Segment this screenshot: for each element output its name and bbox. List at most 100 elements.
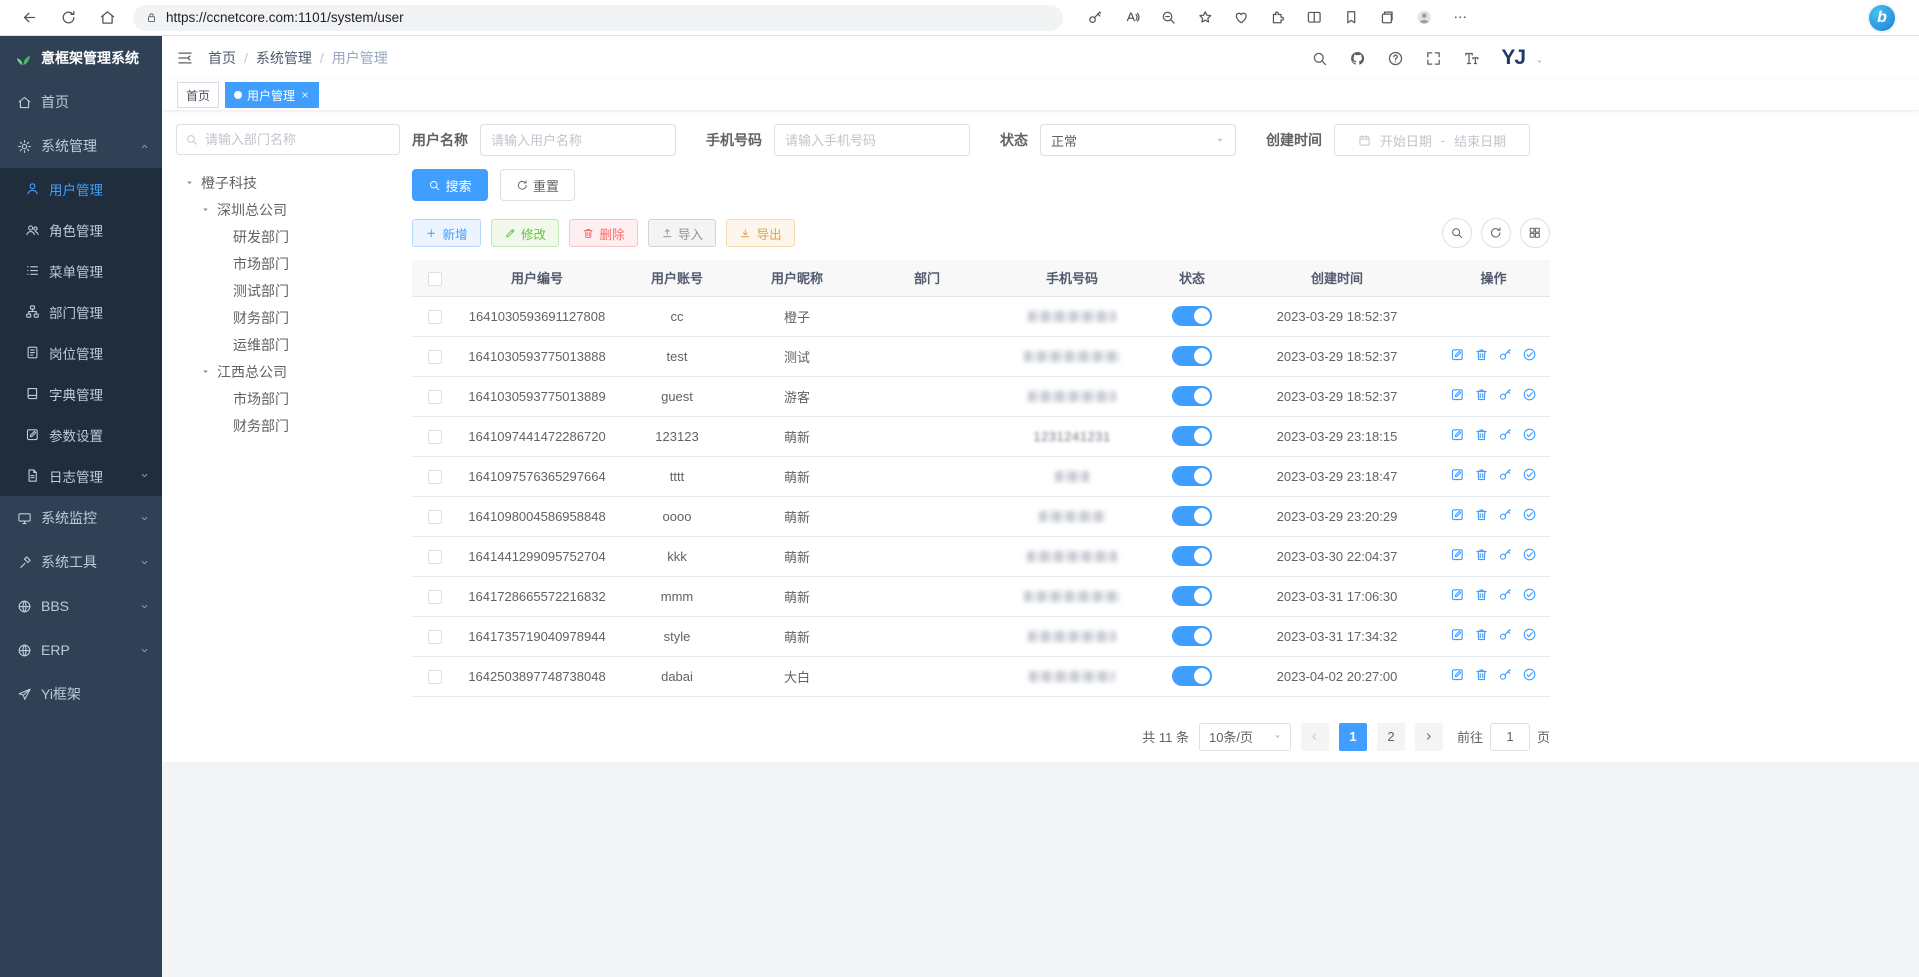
reset-password-button[interactable] — [1498, 547, 1513, 562]
sidebar-item-role-management[interactable]: 角色管理 — [0, 209, 162, 250]
row-checkbox[interactable] — [428, 510, 442, 524]
reset-password-button[interactable] — [1498, 387, 1513, 402]
status-toggle[interactable] — [1172, 386, 1212, 406]
font-size-icon[interactable] — [1463, 50, 1480, 67]
profile-avatar-icon[interactable] — [1406, 9, 1443, 26]
status-toggle[interactable] — [1172, 626, 1212, 646]
select-all-checkbox[interactable] — [428, 272, 442, 286]
row-checkbox[interactable] — [428, 430, 442, 444]
date-range-picker[interactable]: 开始日期 - 结束日期 — [1334, 124, 1530, 156]
row-checkbox[interactable] — [428, 590, 442, 604]
tree-node[interactable]: 橙子科技 — [176, 169, 400, 196]
password-key-icon[interactable] — [1077, 9, 1114, 26]
tree-node[interactable]: 江西总公司 — [176, 358, 400, 385]
delete-user-button[interactable] — [1474, 347, 1489, 362]
sidebar-item-bbs[interactable]: BBS — [0, 584, 162, 628]
edit-user-button[interactable] — [1450, 667, 1465, 682]
status-toggle[interactable] — [1172, 306, 1212, 326]
avatar-caret-down-icon[interactable] — [1534, 56, 1545, 70]
prev-page-button[interactable] — [1301, 723, 1329, 751]
row-checkbox[interactable] — [428, 470, 442, 484]
delete-user-button[interactable] — [1474, 627, 1489, 642]
row-checkbox[interactable] — [428, 310, 442, 324]
status-toggle[interactable] — [1172, 346, 1212, 366]
import-button[interactable]: 导入 — [648, 219, 717, 247]
column-settings-button[interactable] — [1520, 218, 1550, 248]
assign-role-button[interactable] — [1522, 427, 1537, 442]
edit-user-button[interactable] — [1450, 587, 1465, 602]
edit-user-button[interactable] — [1450, 507, 1465, 522]
edit-user-button[interactable] — [1450, 347, 1465, 362]
status-toggle[interactable] — [1172, 506, 1212, 526]
sidebar-item-erp[interactable]: ERP — [0, 628, 162, 672]
reset-password-button[interactable] — [1498, 587, 1513, 602]
next-page-button[interactable] — [1415, 723, 1443, 751]
tag-close-icon[interactable] — [300, 90, 310, 100]
favorites-star-icon[interactable] — [1187, 9, 1224, 26]
sidebar-item-system-management[interactable]: 系统管理 — [0, 124, 162, 168]
refresh-table-button[interactable] — [1481, 218, 1511, 248]
browser-menu-ellipsis-icon[interactable] — [1442, 9, 1479, 26]
status-toggle[interactable] — [1172, 666, 1212, 686]
tag-user-management[interactable]: 用户管理 — [225, 82, 319, 108]
search-button[interactable]: 搜索 — [412, 169, 488, 201]
sidebar-item-log-management[interactable]: 日志管理 — [0, 455, 162, 496]
assign-role-button[interactable] — [1522, 467, 1537, 482]
assign-role-button[interactable] — [1522, 667, 1537, 682]
page-button-2[interactable]: 2 — [1377, 723, 1405, 751]
reset-password-button[interactable] — [1498, 507, 1513, 522]
tree-node[interactable]: 财务部门 — [176, 412, 400, 439]
delete-user-button[interactable] — [1474, 507, 1489, 522]
add-button[interactable]: 新增 — [412, 219, 481, 247]
delete-user-button[interactable] — [1474, 387, 1489, 402]
edit-user-button[interactable] — [1450, 627, 1465, 642]
delete-user-button[interactable] — [1474, 427, 1489, 442]
extensions-puzzle-icon[interactable] — [1260, 9, 1297, 26]
tree-node[interactable]: 深圳总公司 — [176, 196, 400, 223]
delete-user-button[interactable] — [1474, 667, 1489, 682]
delete-user-button[interactable] — [1474, 547, 1489, 562]
sidebar-item-system-monitor[interactable]: 系统监控 — [0, 496, 162, 540]
assign-role-button[interactable] — [1522, 507, 1537, 522]
sidebar-item-post-management[interactable]: 岗位管理 — [0, 332, 162, 373]
edit-user-button[interactable] — [1450, 427, 1465, 442]
sidebar-item-dept-management[interactable]: 部门管理 — [0, 291, 162, 332]
toggle-search-button[interactable] — [1442, 218, 1472, 248]
row-checkbox[interactable] — [428, 630, 442, 644]
phone-input[interactable] — [774, 124, 970, 156]
assign-role-button[interactable] — [1522, 387, 1537, 402]
page-size-select[interactable]: 10条/页 — [1199, 723, 1291, 751]
status-toggle[interactable] — [1172, 546, 1212, 566]
status-select[interactable]: 正常 — [1040, 124, 1236, 156]
address-bar[interactable]: https://ccnetcore.com:1101/system/user — [133, 5, 1063, 31]
goto-page-input[interactable] — [1490, 723, 1530, 751]
modify-button[interactable]: 修改 — [491, 219, 560, 247]
zoom-out-icon[interactable] — [1150, 9, 1187, 26]
reset-password-button[interactable] — [1498, 627, 1513, 642]
delete-button[interactable]: 删除 — [569, 219, 638, 247]
assign-role-button[interactable] — [1522, 587, 1537, 602]
sidebar-item-param-settings[interactable]: 参数设置 — [0, 414, 162, 455]
reset-password-button[interactable] — [1498, 347, 1513, 362]
dept-search-input[interactable] — [176, 124, 400, 155]
header-search-icon[interactable] — [1311, 50, 1328, 67]
copilot-bing-button[interactable]: b — [1869, 5, 1895, 31]
assign-role-button[interactable] — [1522, 347, 1537, 362]
sidebar-item-user-management[interactable]: 用户管理 — [0, 168, 162, 209]
username-input[interactable] — [480, 124, 676, 156]
row-checkbox[interactable] — [428, 550, 442, 564]
tree-node[interactable]: 测试部门 — [176, 277, 400, 304]
tree-node[interactable]: 财务部门 — [176, 304, 400, 331]
status-toggle[interactable] — [1172, 466, 1212, 486]
page-button-1[interactable]: 1 — [1339, 723, 1367, 751]
browser-back-icon[interactable] — [10, 9, 49, 26]
delete-user-button[interactable] — [1474, 467, 1489, 482]
sidebar-item-home[interactable]: 首页 — [0, 80, 162, 124]
fullscreen-icon[interactable] — [1425, 50, 1442, 67]
sidebar-item-dict-management[interactable]: 字典管理 — [0, 373, 162, 414]
help-question-icon[interactable] — [1387, 50, 1404, 67]
edit-user-button[interactable] — [1450, 547, 1465, 562]
user-avatar-logo[interactable]: YJ — [1501, 46, 1525, 70]
browser-essentials-icon[interactable] — [1223, 9, 1260, 26]
browser-refresh-icon[interactable] — [49, 9, 88, 26]
